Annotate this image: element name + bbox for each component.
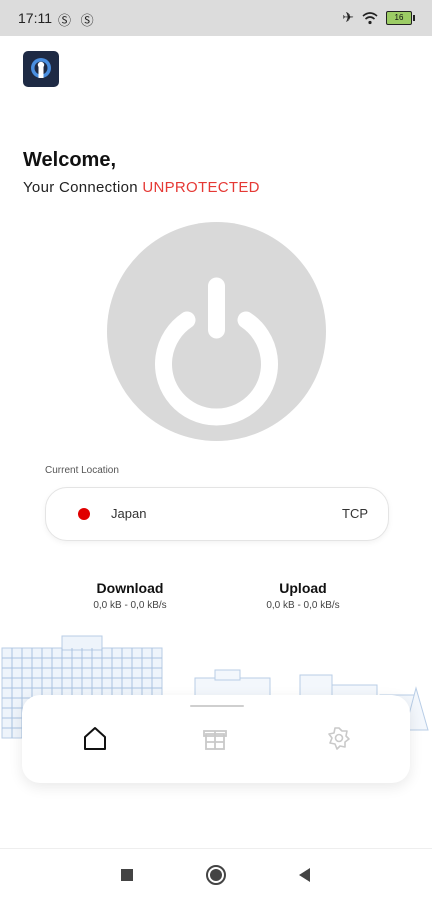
settings-icon xyxy=(328,727,350,750)
status-bar: 17:11 Ⓢ Ⓢ ✈ 16 xyxy=(0,0,432,36)
back-triangle-icon xyxy=(299,868,310,882)
current-location-label: Current Location xyxy=(45,465,119,476)
connection-status-line: Your Connection UNPROTECTED xyxy=(23,179,260,196)
location-selector[interactable]: Japan TCP xyxy=(45,487,389,541)
status-right-icons: ✈ 16 xyxy=(342,9,415,26)
flag-icon xyxy=(78,508,90,520)
connection-status: UNPROTECTED xyxy=(142,179,260,196)
power-button[interactable] xyxy=(107,222,326,441)
nav-gift[interactable] xyxy=(200,723,230,753)
wifi-icon xyxy=(362,11,378,24)
download-title: Download xyxy=(96,580,164,596)
home-icon xyxy=(84,727,106,750)
status-time: 17:11 xyxy=(18,10,52,26)
nav-home[interactable] xyxy=(80,723,110,753)
power-icon xyxy=(155,277,278,426)
circle-icon xyxy=(206,865,226,885)
connection-prefix: Your Connection xyxy=(23,179,138,196)
home-button[interactable] xyxy=(205,864,227,886)
nav-settings[interactable] xyxy=(324,723,354,753)
app-logo-icon xyxy=(23,51,59,87)
recents-button[interactable] xyxy=(116,864,138,886)
battery-icon: 16 xyxy=(386,10,415,25)
gift-icon xyxy=(203,730,227,750)
location-country: Japan xyxy=(111,506,147,521)
airplane-icon: ✈ xyxy=(342,9,354,25)
bottom-navigation xyxy=(22,695,410,783)
upload-title: Upload xyxy=(279,580,327,596)
system-navigation-bar xyxy=(0,848,432,901)
square-icon xyxy=(121,869,133,881)
back-button[interactable] xyxy=(294,864,316,886)
notification-icons: Ⓢ Ⓢ xyxy=(58,13,97,28)
nav-drag-handle[interactable] xyxy=(190,705,244,707)
welcome-title: Welcome, xyxy=(23,149,116,171)
battery-level: 16 xyxy=(394,12,404,22)
location-protocol: TCP xyxy=(342,506,368,521)
